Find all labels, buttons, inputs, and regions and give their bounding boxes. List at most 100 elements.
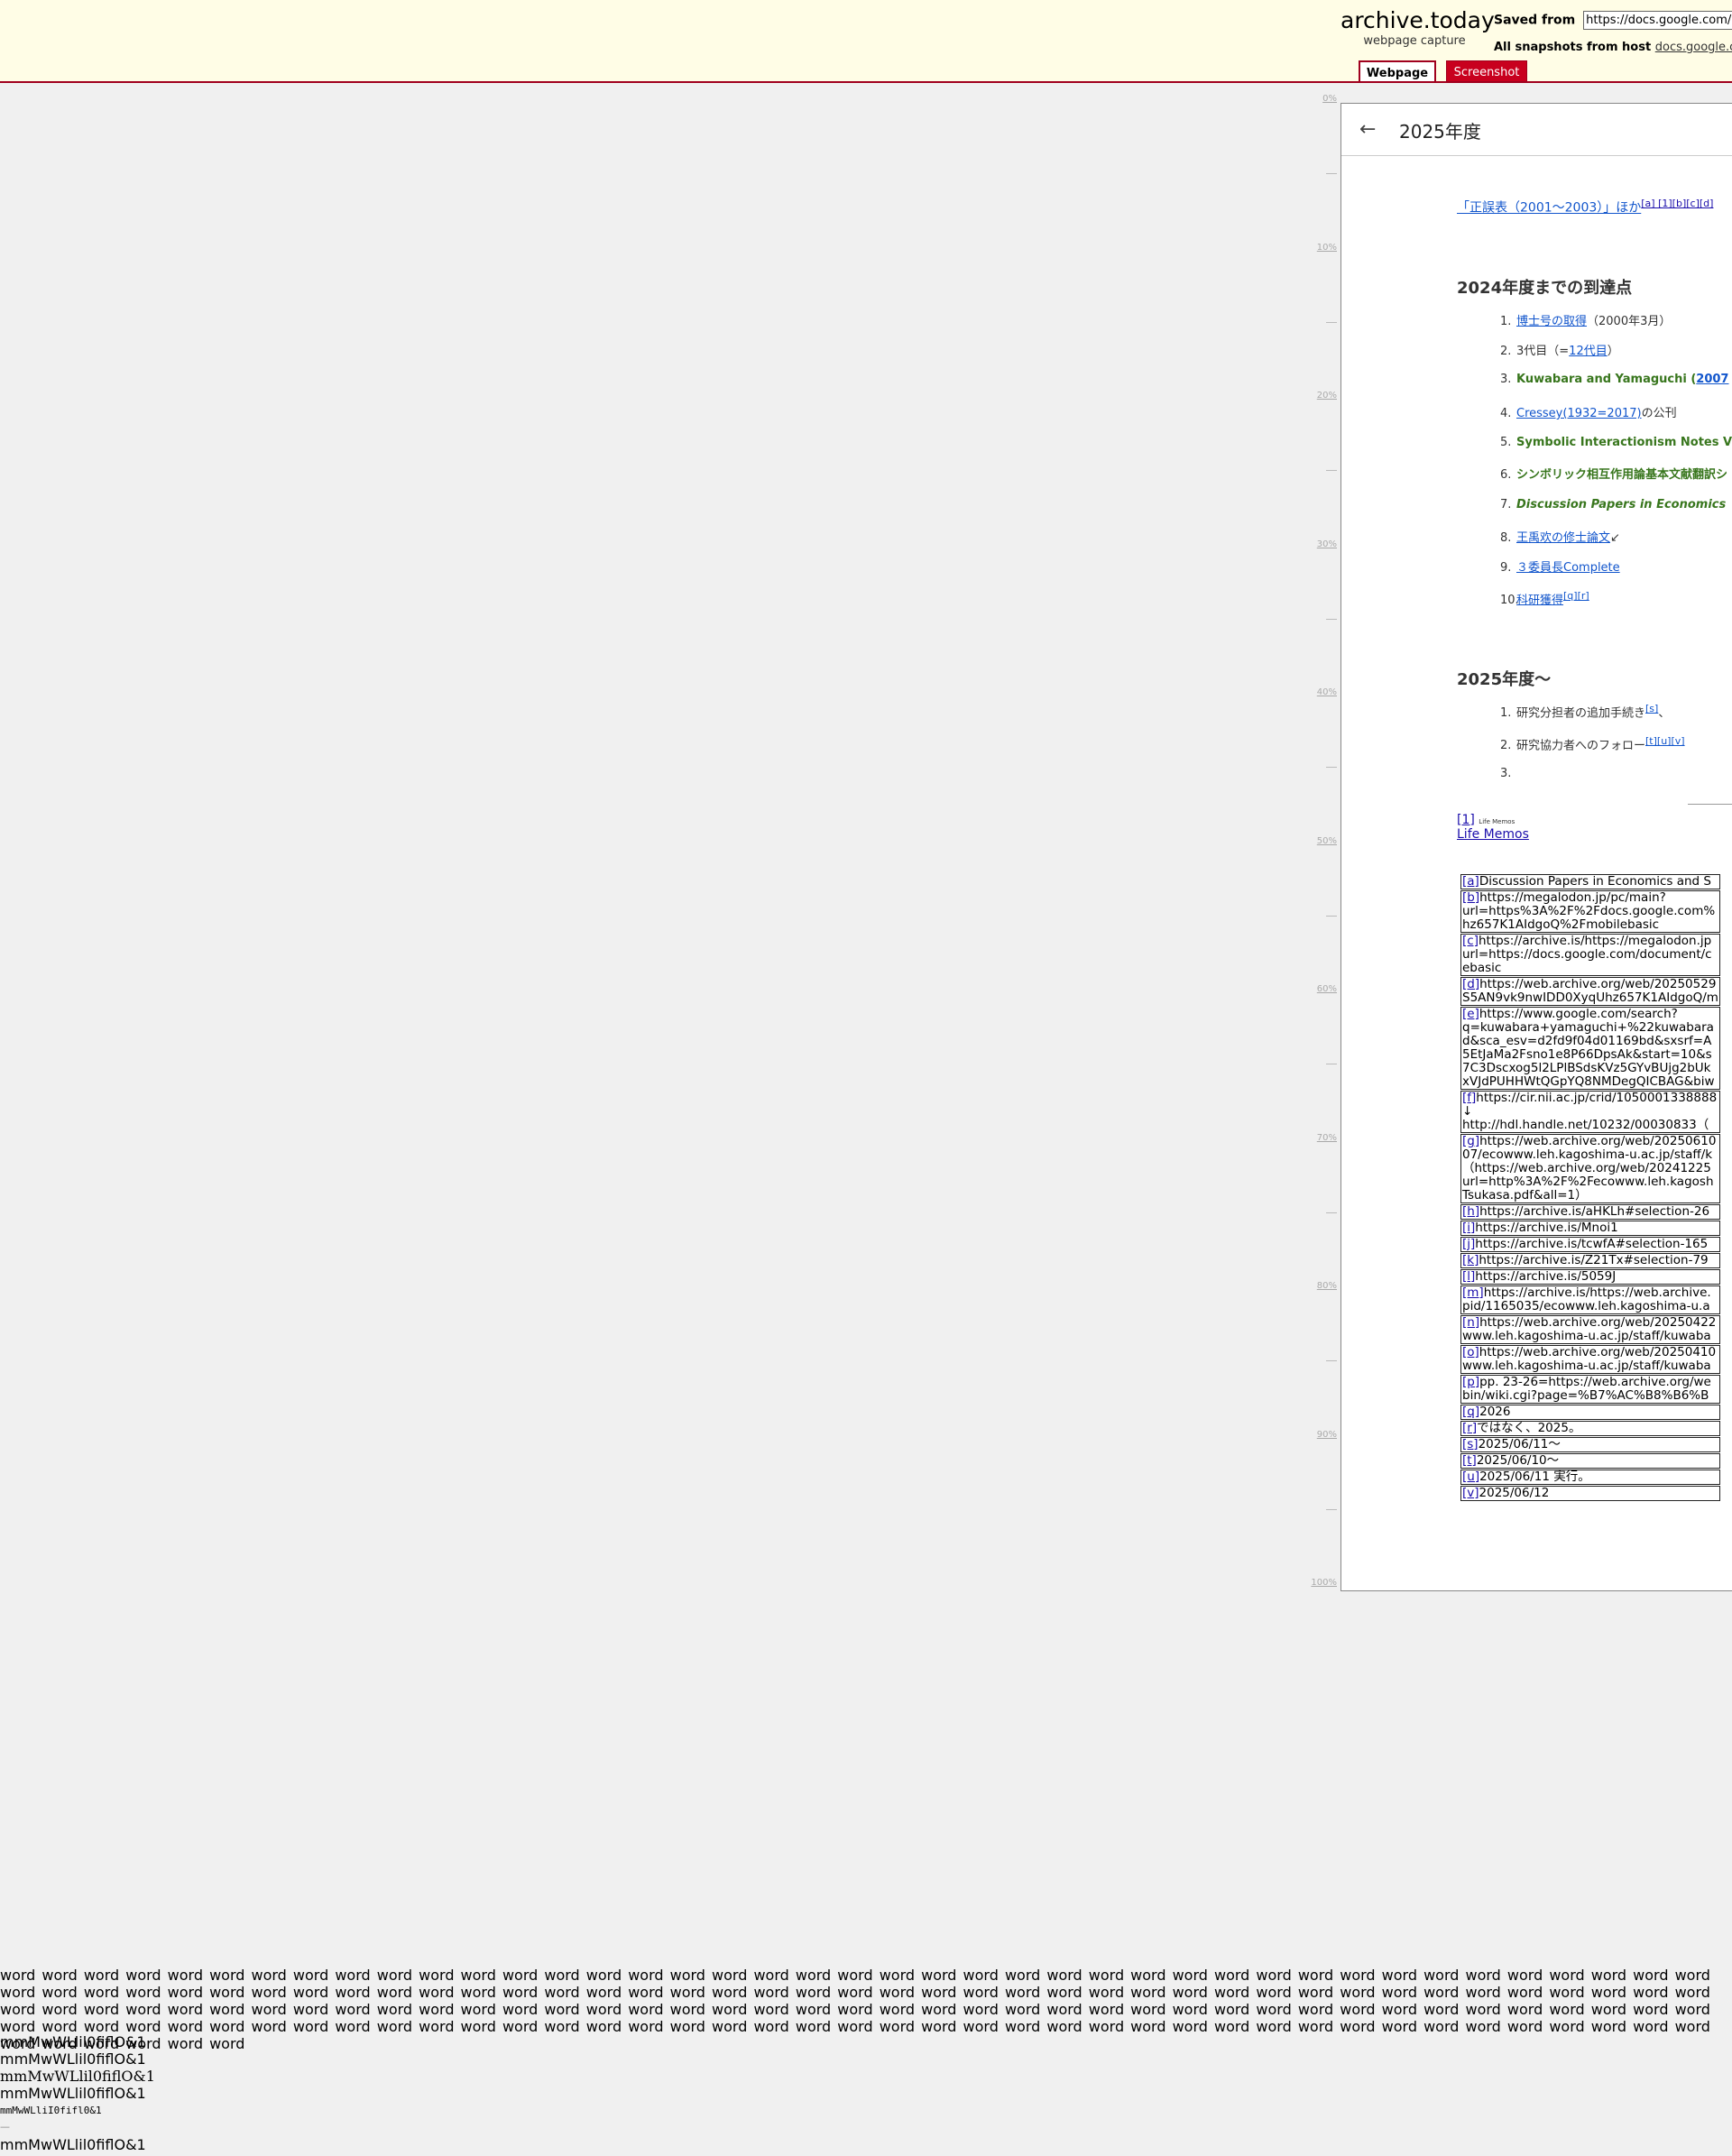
ruler-label[interactable]: 70% [1299,1133,1337,1143]
footnote-text: https://web.archive.org/web/20250410 [1479,1345,1717,1359]
footnote-cell: [d]https://web.archive.org/web/20250529 S… [1460,977,1720,1006]
footnote-row: [j]https://archive.is/tcwfA#selection-16… [1460,1237,1720,1252]
footnote-text: url=http%3A%2F%2Fecowww.leh.kagosh [1462,1175,1714,1189]
footnote-text: S5AN9vk9nwIDD0XyqUhz657K1AIdgoQ/m [1462,990,1718,1005]
footnote-id-link[interactable]: [k] [1462,1253,1479,1267]
list-item: 3. [1500,767,1516,780]
footnote-text: https://web.archive.org/web/20250529 [1479,977,1717,991]
footnote-id-link[interactable]: [p] [1462,1375,1479,1389]
footnote-id-link[interactable]: [m] [1462,1285,1484,1300]
list-number: 1. [1500,706,1512,721]
footnote-row: [r]ではなく、2025。 [1460,1421,1720,1436]
list-link[interactable]: Cressey(1932=2017) [1516,407,1642,420]
footnote-id-link[interactable]: [e] [1462,1007,1479,1021]
footnote-row: [n]https://web.archive.org/web/20250422 w… [1460,1315,1720,1344]
list-link[interactable]: 王禹欢の修士論文 [1516,531,1610,545]
tab-screenshot[interactable]: Screenshot [1446,60,1527,81]
footnote-row: [i]https://archive.is/Mnoi1 [1460,1221,1720,1236]
footnote-id-link[interactable]: [q] [1462,1405,1479,1419]
ruler-label[interactable]: 40% [1299,687,1337,697]
footnote-row: [s]2025/06/11〜 [1460,1437,1720,1452]
footnote-text: https://archive.is/Z21Tx#selection-79 [1479,1253,1709,1267]
arrow-left-icon[interactable]: ← [1359,118,1376,141]
footnote-text: ↓ [1462,1104,1473,1119]
footnote-id-link[interactable]: [h] [1462,1204,1479,1219]
ruler-label[interactable]: 80% [1299,1281,1337,1291]
footnote-row: [k]https://archive.is/Z21Tx#selection-79 [1460,1253,1720,1268]
list-text: 、 [1658,706,1671,721]
footnote-id-link[interactable]: [i] [1462,1221,1475,1235]
footnote-1-link[interactable]: Life Memos [1457,827,1529,842]
footnote-id-link[interactable]: [f] [1462,1091,1476,1105]
ruler-label[interactable]: 60% [1299,984,1337,994]
footnote-text: https://web.archive.org/web/20250422 [1479,1315,1717,1330]
footnote-row: [t]2025/06/10〜 [1460,1453,1720,1469]
footnote-id-link[interactable]: [a] [1462,874,1479,889]
footnote-cell: [t]2025/06/10〜 [1460,1453,1720,1469]
footnote-text: www.leh.kagoshima-u.ac.jp/staff/kuwaba [1462,1329,1711,1343]
footnote-cell: [v]2025/06/12 [1460,1486,1720,1501]
footnote-text: https://megalodon.jp/pc/main? [1479,890,1666,905]
ruler-label[interactable]: 20% [1299,391,1337,401]
ruler-label[interactable]: 0% [1299,94,1337,104]
footnote-id-link[interactable]: [c] [1462,934,1479,948]
footnote-row: [q]2026 [1460,1405,1720,1420]
footnote-cell: [r]ではなく、2025。 [1460,1421,1720,1436]
footnote-id-link[interactable]: [r] [1462,1421,1477,1435]
footnote-id-link[interactable]: [n] [1462,1315,1479,1330]
footnote-1: [1] Life Memos Life Memos [1457,813,1529,842]
glyph-test-line: mmMwWLlil0fiflO&1 [0,2136,146,2153]
host-link[interactable]: docs.google.com [1655,41,1732,54]
footnote-cell: [f]https://cir.nii.ac.jp/crid/1050001338… [1460,1091,1720,1133]
footnote-cell: [c]https://archive.is/https://megalodon.… [1460,934,1720,976]
footnote-id-link[interactable]: [s] [1462,1437,1479,1451]
list-link[interactable]: 博士号の取得 [1516,315,1587,328]
ruler-label[interactable]: 90% [1299,1430,1337,1440]
ruler-tick [1326,173,1337,174]
footnote-id-link[interactable]: [g] [1462,1134,1479,1148]
ruler-label[interactable]: 50% [1299,836,1337,846]
footnote-id-link[interactable]: [l] [1462,1269,1475,1284]
list-text: 研究分担者の追加手続き [1516,706,1646,721]
footnote-cell: [n]https://web.archive.org/web/20250422 w… [1460,1315,1720,1344]
footnote-cell: [b]https://megalodon.jp/pc/main? url=http… [1460,890,1720,933]
divider [1688,804,1732,805]
brand[interactable]: archive.today webpage capture [1340,7,1495,49]
brand-title[interactable]: archive.today [1340,7,1495,34]
list-number: 8. [1500,531,1512,545]
list-link[interactable]: 科研獲得 [1516,594,1563,607]
list-text: （2000年3月） [1587,315,1672,328]
footnote-id-link[interactable]: [o] [1462,1345,1479,1359]
saved-from-url-field[interactable] [1583,11,1732,30]
ruler-label[interactable]: 10% [1299,243,1337,253]
footnote-id-link[interactable]: [d] [1462,977,1479,991]
footnote-ref[interactable]: [s] [1645,703,1658,714]
footnote-id-link[interactable]: [v] [1462,1486,1479,1500]
footnote-text: bin/wiki.cgi?page=%B7%AC%B8%B6%B [1462,1388,1709,1403]
footnote-text: Tsukasa.pdf&all=1） [1462,1188,1588,1202]
list-link[interactable]: 12代目 [1569,345,1608,358]
from-host-label: from host [1586,41,1652,54]
footnote-1-ref[interactable]: [1] [1457,813,1475,827]
footnote-ref[interactable]: [t][u][v] [1645,735,1685,747]
footnote-id-link[interactable]: [j] [1462,1237,1475,1251]
intro-sup[interactable]: [a] [1][b][c][d] [1641,198,1713,209]
footnote-cell: [g]https://web.archive.org/web/20250610 0… [1460,1134,1720,1203]
ruler-label[interactable]: 100% [1299,1578,1337,1588]
tab-webpage[interactable]: Webpage [1359,60,1436,81]
footnote-row: [b]https://megalodon.jp/pc/main? url=http… [1460,890,1720,933]
list-text: 研究協力者へのフォロー [1516,739,1646,753]
list-link[interactable]: ３委員長Complete [1516,561,1620,575]
footnote-id-link[interactable]: [b] [1462,890,1479,905]
ruler-label[interactable]: 30% [1299,539,1337,549]
footnote-text: pid/1165035/ecowww.leh.kagoshima-u.a [1462,1299,1710,1313]
footnote-text: https://cir.nii.ac.jp/crid/1050001338888 [1476,1091,1718,1105]
footnote-id-link[interactable]: [t] [1462,1453,1477,1468]
glyph-test-line: mmMwWLlil0fiflO&1 [0,2068,155,2085]
list-text: の公刊 [1641,407,1677,420]
list-link[interactable]: 2007 [1696,373,1728,386]
intro-link[interactable]: 「正誤表（2001〜2003）」ほか [1457,201,1641,216]
footnote-ref[interactable]: [q][r] [1563,590,1589,602]
list-item: 2. 研究協力者へのフォロー[t][u][v] [1500,735,1685,752]
footnote-id-link[interactable]: [u] [1462,1470,1479,1484]
